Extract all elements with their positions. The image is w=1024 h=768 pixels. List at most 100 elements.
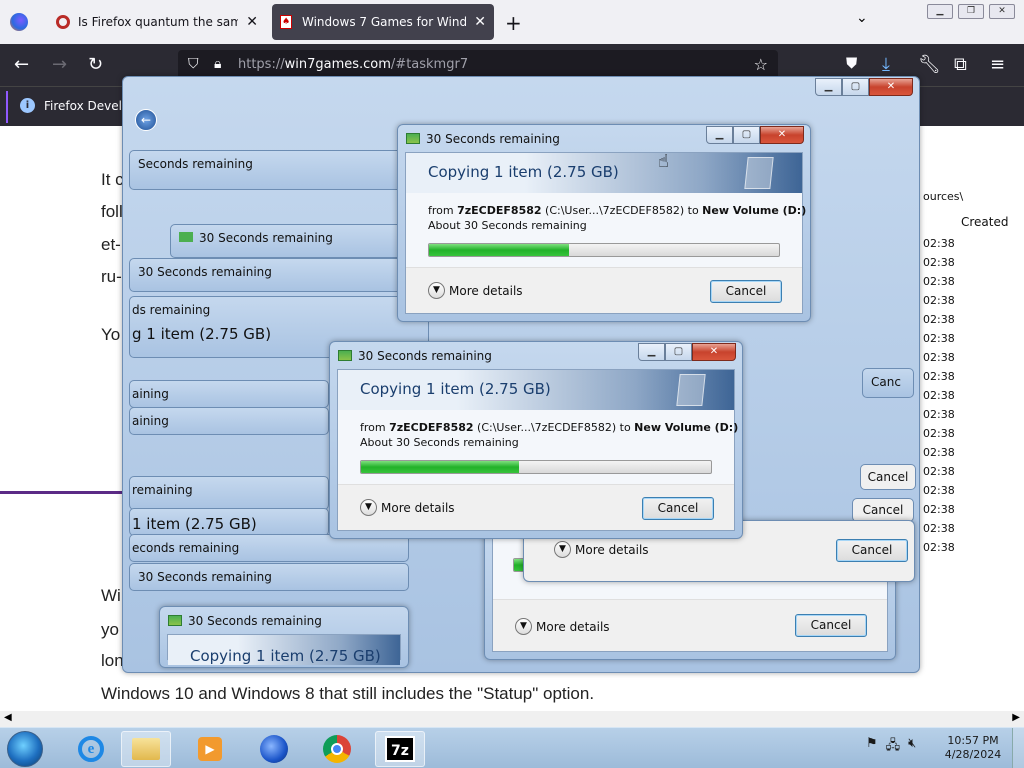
close-button[interactable]: ✕ — [989, 4, 1015, 19]
close-button[interactable]: ✕ — [760, 126, 804, 144]
close-button[interactable]: ✕ — [869, 78, 913, 96]
back-icon[interactable]: ← — [14, 54, 29, 75]
taskbar-media-player[interactable]: ▶ — [185, 731, 235, 767]
tab-firefox-quantum[interactable]: Is Firefox quantum the same as ✕ — [48, 4, 266, 40]
taskbar-7zip[interactable]: 7z — [375, 731, 425, 767]
shield-icon[interactable]: ⛉ — [188, 56, 199, 72]
more-details-button[interactable]: ▼ More details — [515, 618, 610, 635]
file-row-created[interactable]: 02:38 — [923, 522, 955, 535]
taskbar-explorer[interactable] — [121, 731, 171, 767]
file-row-created[interactable]: 02:38 — [923, 389, 955, 402]
volume-muted-icon[interactable]: 🔇︎ — [908, 736, 916, 758]
horizontal-scrollbar[interactable]: ◀ ▶ — [0, 711, 1024, 727]
window-title: 30 Seconds remaining — [358, 349, 492, 363]
firefox-icon[interactable] — [10, 13, 28, 31]
page-text: yo — [101, 620, 119, 639]
cancel-button[interactable]: Cancel — [710, 280, 782, 303]
file-row-created[interactable]: 02:38 — [923, 237, 955, 250]
tab-title: Windows 7 Games for Windows — [302, 15, 467, 29]
taskbar-firefox[interactable] — [249, 731, 299, 767]
dialog-title-fragment: 30 Seconds remaining — [129, 563, 409, 591]
file-row-created[interactable]: 02:38 — [923, 256, 955, 269]
restore-button[interactable]: ❐ — [958, 4, 984, 19]
file-row-created[interactable]: 02:38 — [923, 446, 955, 459]
page-footer-text: Windows 10 and Windows 8 that still incl… — [101, 684, 595, 703]
forward-icon[interactable]: → — [52, 54, 67, 75]
download-icon[interactable]: ⤓ — [882, 54, 890, 75]
copy-icon — [338, 350, 352, 361]
file-row-created[interactable]: 02:38 — [923, 294, 955, 307]
window-title: 30 Seconds remaining — [426, 132, 560, 146]
file-row-created[interactable]: 02:38 — [923, 484, 955, 497]
column-header-created[interactable]: Created — [961, 215, 1009, 229]
file-row-created[interactable]: 02:38 — [923, 370, 955, 383]
file-row-created[interactable]: 02:38 — [923, 275, 955, 288]
back-arrow-icon[interactable]: ← — [135, 109, 157, 131]
pocket-icon[interactable]: ⛊ — [846, 54, 857, 72]
file-row-created[interactable]: 02:38 — [923, 503, 955, 516]
minimize-button[interactable]: ▁ — [706, 126, 733, 144]
more-details-button[interactable]: ▼ More details — [428, 282, 523, 299]
minimize-button[interactable]: ▁ — [927, 4, 953, 19]
file-row-created[interactable]: 02:38 — [923, 465, 955, 478]
url-text[interactable]: https://win7games.com/#taskmgr7 — [238, 57, 468, 72]
clock-time: 10:57 PM — [947, 734, 999, 747]
chevron-down-icon: ▼ — [554, 541, 571, 558]
cancel-button-fragment[interactable]: Cancel — [852, 498, 914, 522]
new-tab-icon[interactable]: + — [505, 11, 522, 35]
dialog-window-fragment: 30 Seconds remaining Copying 1 item (2.7… — [159, 606, 409, 668]
file-row-created[interactable]: 02:38 — [923, 427, 955, 440]
cancel-button[interactable]: Cancel — [836, 539, 908, 562]
minimize-button[interactable]: ▁ — [638, 343, 665, 361]
scroll-left-icon[interactable]: ◀ — [4, 712, 12, 723]
scroll-right-icon[interactable]: ▶ — [1012, 712, 1020, 723]
cards-icon: ♠ — [280, 15, 292, 29]
file-row-created[interactable]: 02:38 — [923, 351, 955, 364]
maximize-button[interactable]: ▢ — [665, 343, 692, 361]
star-icon[interactable]: ☆ — [754, 55, 768, 74]
start-button[interactable] — [7, 731, 43, 767]
wrench-icon[interactable]: 🔧︎ — [918, 54, 941, 75]
notification-stripe — [6, 91, 8, 123]
browser-tab-bar: Is Firefox quantum the same as ✕ ♠ Windo… — [0, 0, 1024, 44]
cancel-button[interactable]: Cancel — [642, 497, 714, 520]
copy-dialog-top: 30 Seconds remaining ▁ ▢ ✕ Copying 1 ite… — [397, 124, 811, 322]
tab-windows7-games[interactable]: ♠ Windows 7 Games for Windows ✕ — [272, 4, 494, 40]
time-remaining: About 30 Seconds remaining — [360, 436, 519, 449]
reload-icon[interactable]: ↻ — [88, 54, 103, 75]
breadcrumb[interactable]: ources\ — [923, 190, 963, 203]
close-tab-icon[interactable]: ✕ — [474, 14, 486, 30]
file-row-created[interactable]: 02:38 — [923, 541, 955, 554]
file-row-created[interactable]: 02:38 — [923, 313, 955, 326]
explorer-window: ources\ Created 02:38 02:38 02:38 02:38 02:3… — [912, 132, 1024, 592]
copy-icon — [406, 133, 420, 144]
cancel-button[interactable]: Cancel — [795, 614, 867, 637]
cancel-button-fragment[interactable]: Canc — [862, 368, 914, 398]
close-tab-icon[interactable]: ✕ — [246, 14, 258, 30]
show-desktop-button[interactable] — [1012, 728, 1024, 768]
copy-details: from 7zECDEF8582 (C:\User...\7zECDEF8582… — [360, 421, 739, 449]
more-details-button[interactable]: ▼ More details — [360, 499, 455, 516]
cancel-button-fragment[interactable]: Cancel — [860, 464, 916, 490]
copy-heading: Copying 1 item (2.75 GB) — [338, 370, 734, 410]
minimize-button[interactable]: ▁ — [815, 78, 842, 96]
lock-icon[interactable]: 🔒︎ — [214, 56, 221, 72]
dialog-title-fragment: aining — [129, 380, 329, 408]
taskbar-chrome[interactable] — [312, 731, 362, 767]
network-icon[interactable]: 🖧︎ — [886, 736, 901, 758]
file-row-created[interactable]: 02:38 — [923, 408, 955, 421]
close-button[interactable]: ✕ — [692, 343, 736, 361]
chevron-down-icon[interactable]: ⌄ — [856, 10, 868, 26]
maximize-button[interactable]: ▢ — [842, 78, 869, 96]
flag-icon[interactable]: ⚑ — [866, 736, 878, 758]
dialog-title-fragment: aining — [129, 407, 329, 435]
more-details-button[interactable]: ▼ More details — [554, 541, 649, 558]
clock[interactable]: 10:57 PM 4/28/2024 — [944, 734, 1002, 762]
maximize-button[interactable]: ▢ — [733, 126, 760, 144]
file-row-created[interactable]: 02:38 — [923, 332, 955, 345]
menu-icon[interactable]: ≡ — [990, 54, 1005, 75]
progress-bar — [428, 243, 780, 257]
taskbar-internet-explorer[interactable]: e — [66, 731, 116, 767]
extensions-icon[interactable]: ⧉ — [954, 54, 967, 75]
window-controls: ▁ ▢ ✕ — [638, 343, 736, 361]
